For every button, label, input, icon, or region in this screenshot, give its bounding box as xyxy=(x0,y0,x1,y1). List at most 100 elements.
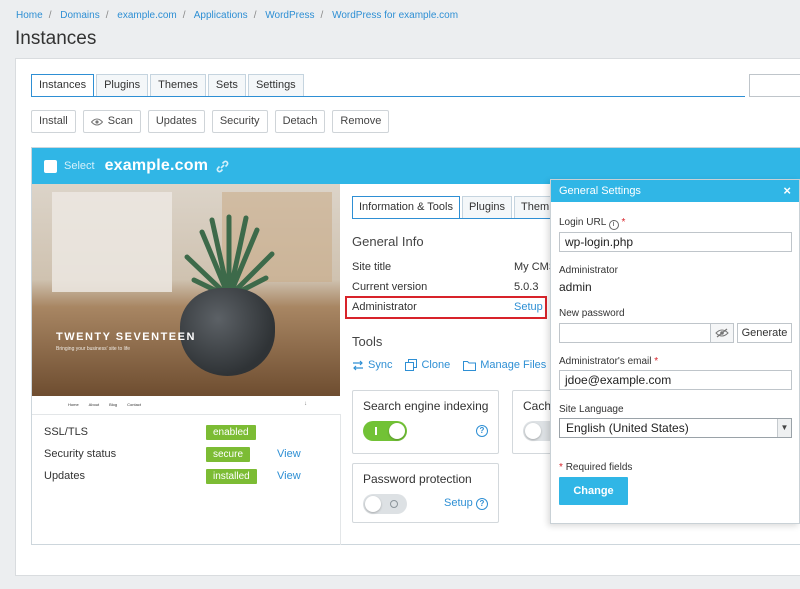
toggle-mark xyxy=(375,427,377,435)
required-asterisk: * xyxy=(621,217,626,228)
search-engine-indexing-card: Search engine indexing ? xyxy=(352,390,499,454)
help-icon[interactable]: ? xyxy=(476,498,488,510)
general-settings-title: General Settings xyxy=(559,185,641,197)
page-title: Instances xyxy=(15,28,97,49)
info-tabs: Information & Tools Plugins Them xyxy=(352,196,558,219)
password-protection-setup-link[interactable]: Setup xyxy=(444,497,473,509)
password-protection-toggle[interactable] xyxy=(363,494,407,514)
top-tabs: Instances Plugins Themes Sets Settings xyxy=(31,74,306,97)
status-row-updates: Updates installed View xyxy=(44,469,334,485)
breadcrumb-wordpress-for-domain[interactable]: WordPress for example.com xyxy=(332,10,458,21)
thumbnail-window xyxy=(52,192,172,292)
close-icon[interactable]: × xyxy=(783,183,791,198)
install-label: Install xyxy=(39,115,68,127)
thumbnail-nav-item: About xyxy=(88,402,100,407)
thumbnail-theme-name: TWENTY SEVENTEEN xyxy=(56,331,196,343)
show-password-button[interactable] xyxy=(711,323,734,343)
site-thumbnail[interactable]: TWENTY SEVENTEEN Bringing your business'… xyxy=(32,184,340,414)
security-view-link[interactable]: View xyxy=(277,448,301,460)
tab-instance-plugins[interactable]: Plugins xyxy=(461,196,513,219)
toggle-knob xyxy=(525,423,541,439)
install-button[interactable]: Install xyxy=(31,110,76,133)
tab-sets[interactable]: Sets xyxy=(207,74,246,97)
updates-label: Updates xyxy=(155,115,197,127)
site-language-label: Site Language xyxy=(559,404,624,415)
required-note: * Required fields xyxy=(559,462,632,473)
email-label: Administrator's email * xyxy=(559,356,658,367)
clone-label: Clone xyxy=(421,359,451,371)
detach-label: Detach xyxy=(282,115,318,127)
info-tabs-divider xyxy=(352,218,552,219)
remove-button[interactable]: Remove xyxy=(332,110,390,133)
info-icon[interactable]: i xyxy=(608,220,619,230)
breadcrumb-applications[interactable]: Applications xyxy=(194,10,248,21)
help-icon[interactable]: ? xyxy=(476,425,488,437)
toggle-knob xyxy=(389,423,405,439)
clone-link[interactable]: Clone xyxy=(405,359,450,371)
login-url-label-text: Login URL xyxy=(559,217,606,228)
status-label: Security status xyxy=(44,448,117,460)
breadcrumb-home[interactable]: Home xyxy=(16,10,43,21)
search-engine-indexing-toggle[interactable] xyxy=(363,421,407,441)
site-language-value: English (United States) xyxy=(566,421,689,435)
eye-slash-icon xyxy=(715,328,729,338)
search-input[interactable] xyxy=(749,74,800,97)
link-icon[interactable] xyxy=(216,160,229,173)
updates-button[interactable]: Updates xyxy=(147,110,205,133)
breadcrumb-wordpress[interactable]: WordPress xyxy=(265,10,314,21)
tab-themes[interactable]: Themes xyxy=(150,74,206,97)
detach-button[interactable]: Detach xyxy=(274,110,326,133)
tool-links: Sync Clone Manage Files xyxy=(352,359,559,371)
thumbnail-nav-item: Contact xyxy=(127,402,141,407)
general-settings-header: General Settings × xyxy=(551,180,799,202)
card-title: Password protection xyxy=(363,472,472,486)
administrator-highlight xyxy=(345,296,547,319)
administrator-value: admin xyxy=(559,280,592,294)
tab-instances[interactable]: Instances xyxy=(31,74,95,97)
scan-label: Scan xyxy=(107,115,133,127)
toggle-mark xyxy=(390,500,398,508)
eye-icon xyxy=(90,118,103,125)
manage-files-link[interactable]: Manage Files xyxy=(463,359,546,371)
breadcrumb: Home / Domains / example.com / Applications… xyxy=(16,10,459,21)
security-label: Security xyxy=(219,115,260,127)
breadcrumb-domains[interactable]: Domains xyxy=(60,10,99,21)
status-row-ssl: SSL/TLS enabled xyxy=(44,425,334,441)
updates-view-link[interactable]: View xyxy=(277,470,301,482)
status-list: SSL/TLS enabled Security status secure V… xyxy=(32,414,340,545)
login-url-input[interactable]: wp-login.php xyxy=(559,232,792,252)
tab-information-tools[interactable]: Information & Tools xyxy=(352,196,460,219)
info-row-site-title: Site title My CMS xyxy=(352,258,556,278)
site-language-select[interactable]: English (United States) ▼ xyxy=(559,418,792,438)
general-settings-panel: General Settings × Login URL i * wp-logi… xyxy=(550,179,800,524)
breadcrumb-domain[interactable]: example.com xyxy=(117,10,176,21)
select-checkbox[interactable] xyxy=(44,159,57,173)
scan-button[interactable]: Scan xyxy=(82,110,141,133)
administrator-label: Administrator xyxy=(559,265,618,276)
chevron-down-icon: ▼ xyxy=(777,419,791,437)
login-url-label: Login URL i * xyxy=(559,217,625,230)
instance-domain[interactable]: example.com xyxy=(105,157,209,175)
tab-settings[interactable]: Settings xyxy=(247,74,304,97)
thumbnail-nav-item: Home xyxy=(68,402,79,407)
email-input[interactable]: jdoe@example.com xyxy=(559,370,792,390)
manage-files-label: Manage Files xyxy=(480,359,547,371)
security-button[interactable]: Security xyxy=(211,110,268,133)
clone-icon xyxy=(405,359,418,371)
status-badge: installed xyxy=(206,469,257,484)
general-info-title: General Info xyxy=(352,234,424,249)
sync-label: Sync xyxy=(368,359,393,371)
sync-link[interactable]: Sync xyxy=(352,359,392,371)
thumbnail-nav-item: Blog xyxy=(109,402,118,407)
required-note-text: Required fields xyxy=(565,462,633,473)
tabs-divider xyxy=(31,96,745,97)
password-protection-card: Password protection Setup ? xyxy=(352,463,499,523)
tab-plugins[interactable]: Plugins xyxy=(96,74,149,97)
new-password-label: New password xyxy=(559,308,625,319)
required-asterisk: * xyxy=(654,356,659,367)
change-button[interactable]: Change xyxy=(559,477,628,505)
status-badge: enabled xyxy=(206,425,256,440)
new-password-input[interactable] xyxy=(559,323,711,343)
generate-button[interactable]: Generate xyxy=(737,323,792,343)
thumbnail-tagline: Bringing your business' site to life xyxy=(56,346,131,352)
